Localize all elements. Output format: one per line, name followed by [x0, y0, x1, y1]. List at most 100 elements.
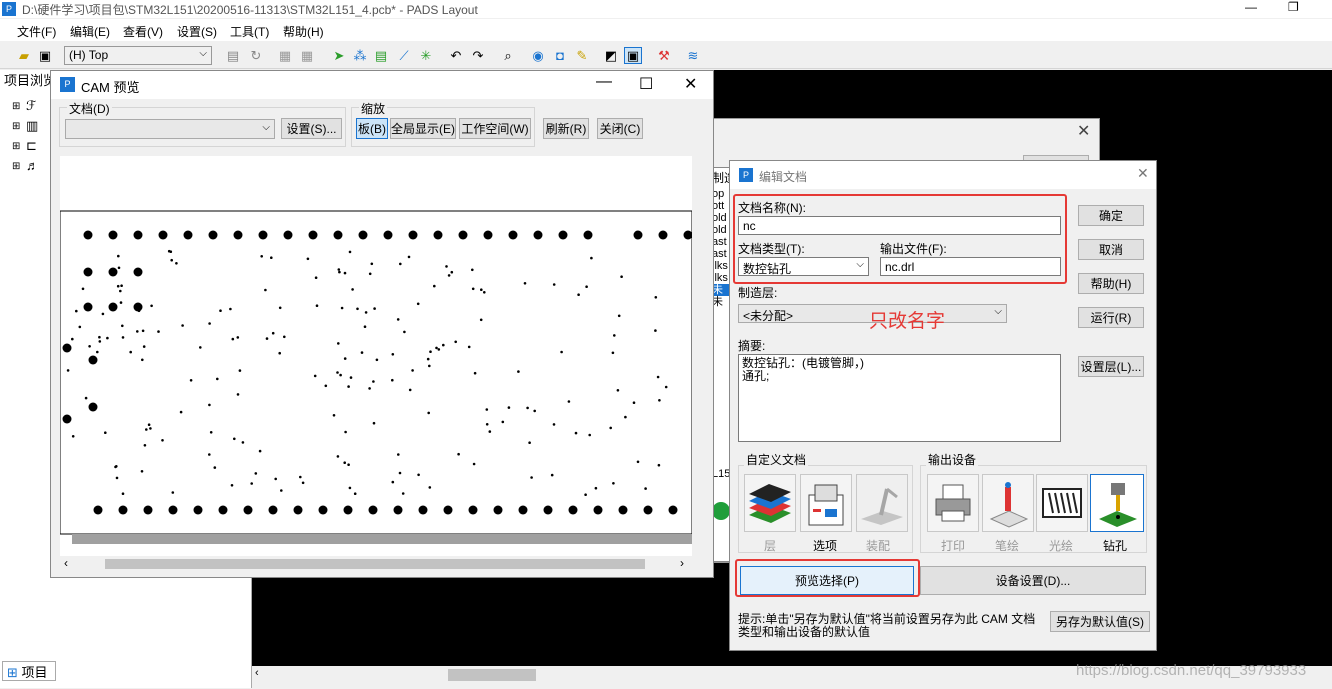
- close-icon[interactable]: ✕: [684, 74, 697, 94]
- photo-plotter-label: 光绘: [1049, 539, 1074, 553]
- undo-icon[interactable]: ↶: [447, 47, 465, 64]
- set-layers-button[interactable]: 设置层(L)...: [1078, 356, 1144, 377]
- via-icon[interactable]: ✳: [417, 47, 435, 64]
- drill-mark: [373, 307, 376, 310]
- highlight-box-preview: [735, 559, 920, 597]
- drill-mark: [480, 288, 483, 291]
- minimize-icon[interactable]: —: [1245, 0, 1257, 14]
- drill-button[interactable]: [1090, 474, 1144, 532]
- drill-mark: [75, 309, 78, 313]
- drill-mark: [71, 337, 74, 341]
- zoom-workspace-button[interactable]: 工作空间(W): [459, 118, 531, 139]
- drill-mark: [283, 230, 293, 240]
- close-icon[interactable]: ✕: [1137, 165, 1149, 182]
- drill-mark: [485, 408, 489, 411]
- project-tab-icon: ⊞: [7, 665, 18, 680]
- zoom-full-button[interactable]: 全局显示(E): [390, 118, 456, 139]
- minimize-icon[interactable]: —: [596, 73, 612, 91]
- drill-mark: [442, 343, 445, 347]
- menu-settings[interactable]: 设置(S): [177, 23, 217, 40]
- drill-mark: [620, 275, 623, 278]
- save-icon[interactable]: ▣: [36, 47, 54, 64]
- drill-mark: [348, 250, 352, 254]
- open-icon[interactable]: ▰: [15, 47, 33, 64]
- device-settings-button[interactable]: 设备设置(D)...: [920, 566, 1146, 595]
- printer-button[interactable]: [927, 474, 979, 532]
- output-icon[interactable]: ◩: [602, 47, 620, 64]
- drill-mark: [129, 350, 132, 354]
- scroll-thumb[interactable]: [448, 669, 536, 681]
- properties-icon[interactable]: ▤: [224, 47, 242, 64]
- ok-button[interactable]: 确定: [1078, 205, 1144, 226]
- component-icon[interactable]: ▦: [276, 47, 294, 64]
- options-doc-button[interactable]: [800, 474, 852, 532]
- drill-mark: [250, 482, 253, 485]
- drill-mark: [324, 384, 328, 388]
- route-icon[interactable]: ➤: [330, 47, 348, 64]
- pen-plotter-button[interactable]: [982, 474, 1034, 532]
- menu-edit[interactable]: 编辑(E): [70, 23, 110, 40]
- cancel-button[interactable]: 取消: [1078, 239, 1144, 260]
- bg-close-icon[interactable]: ✕: [1077, 121, 1090, 141]
- drill-mark: [644, 487, 647, 490]
- drill-mark: [133, 267, 143, 277]
- pins-icon[interactable]: ⁂: [351, 47, 369, 64]
- drill-mark: [636, 460, 640, 464]
- menu-file[interactable]: 文件(F): [17, 23, 56, 40]
- menu-help[interactable]: 帮助(H): [283, 23, 324, 40]
- refresh-button[interactable]: 刷新(R): [543, 118, 589, 139]
- drill-mark: [609, 426, 612, 430]
- scroll-right-icon[interactable]: ›: [680, 556, 684, 570]
- pen-plotter-label: 笔绘: [995, 539, 1020, 553]
- tools-icon[interactable]: ⚒: [655, 47, 673, 64]
- scroll-left-icon[interactable]: ‹: [255, 667, 259, 679]
- board-icon[interactable]: ▤: [372, 47, 390, 64]
- drill-mark: [121, 336, 125, 339]
- drill-mark: [98, 335, 101, 339]
- scroll-left-icon[interactable]: ‹: [64, 556, 68, 570]
- menu-view[interactable]: 查看(V): [123, 23, 163, 40]
- preview-hscroll[interactable]: ‹ ›: [60, 556, 692, 572]
- highlight-icon[interactable]: ✎: [573, 47, 591, 64]
- drill-mark: [363, 325, 367, 328]
- run-button[interactable]: 运行(R): [1078, 307, 1144, 328]
- drill-mark: [523, 282, 527, 285]
- drill-mark: [117, 266, 121, 270]
- drill-mark: [141, 358, 144, 362]
- maximize-icon[interactable]: ☐: [639, 74, 653, 94]
- preview-area[interactable]: [60, 156, 692, 556]
- drill-mark: [84, 396, 88, 400]
- drill-mark: [407, 255, 411, 259]
- drc-icon[interactable]: ◉: [529, 47, 547, 64]
- drill-mark: [568, 505, 578, 515]
- doc-select[interactable]: ⌵: [65, 119, 275, 139]
- net-icon[interactable]: ▦: [298, 47, 316, 64]
- close-button[interactable]: 关闭(C): [597, 118, 643, 139]
- cam-icon[interactable]: ▣: [624, 47, 642, 64]
- assembly-doc-button[interactable]: [856, 474, 908, 532]
- redo-icon[interactable]: ↷: [469, 47, 487, 64]
- verify-icon[interactable]: ◘: [551, 47, 569, 64]
- redraw-icon[interactable]: ↻: [247, 47, 265, 64]
- scroll-thumb[interactable]: [105, 559, 645, 569]
- summary-textarea[interactable]: 数控钻孔：(电镀管脚，) 通孔;: [738, 354, 1061, 442]
- restore-icon[interactable]: ❐: [1288, 0, 1299, 14]
- drill-mark: [396, 318, 400, 321]
- tree-expand-icon[interactable]: ⊞ ⊞ ⊞ ⊞: [12, 97, 20, 177]
- zoom-board-button[interactable]: 板(B): [356, 118, 388, 139]
- photo-plotter-button[interactable]: [1036, 474, 1088, 532]
- zoom-icon[interactable]: ⌕: [499, 47, 517, 64]
- drill-mark: [507, 406, 511, 409]
- project-tab[interactable]: ⊞ 项目: [2, 661, 56, 681]
- doc-settings-button[interactable]: 设置(S)...: [281, 118, 342, 139]
- menu-tools[interactable]: 工具(T): [230, 23, 269, 40]
- line-icon[interactable]: ⟋: [395, 47, 413, 64]
- router-icon[interactable]: ≋: [684, 47, 702, 64]
- output-device-group-label: 输出设备: [926, 451, 979, 468]
- help-button[interactable]: 帮助(H): [1078, 273, 1144, 294]
- drill-mark: [280, 489, 283, 492]
- drill-mark: [181, 324, 184, 327]
- layers-doc-button[interactable]: [744, 474, 796, 532]
- save-default-button[interactable]: 另存为默认值(S): [1050, 611, 1150, 632]
- layer-select[interactable]: (H) Top ⌵: [64, 46, 212, 65]
